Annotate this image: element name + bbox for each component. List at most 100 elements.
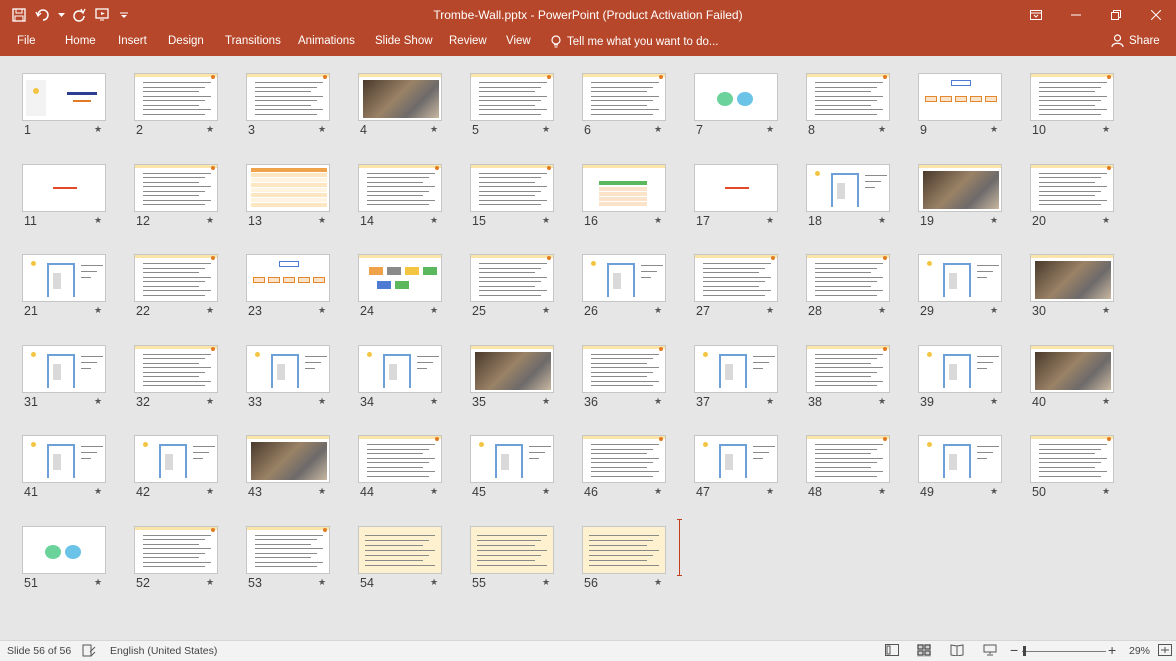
slide-thumbnail[interactable]: 36 ★: [582, 344, 668, 409]
slide-thumbnail[interactable]: 49 ★: [918, 435, 1004, 499]
slide-thumbnail[interactable]: 51 ★: [22, 525, 108, 590]
tab-slide-show[interactable]: Slide Show: [375, 35, 433, 47]
slide-preview[interactable]: [470, 435, 554, 483]
slide-preview[interactable]: [918, 254, 1002, 302]
slide-preview[interactable]: [358, 525, 442, 574]
slide-thumbnail[interactable]: 35 ★: [470, 344, 556, 409]
slide-thumbnail[interactable]: 1 ★: [22, 73, 108, 137]
slide-thumbnail[interactable]: 37 ★: [694, 344, 780, 409]
slide-thumbnail[interactable]: 53 ★: [246, 525, 332, 590]
slide-thumbnail[interactable]: 46 ★: [582, 435, 668, 499]
slide-thumbnail[interactable]: 30 ★: [1030, 254, 1116, 318]
slide-thumbnail[interactable]: 3 ★: [246, 73, 332, 137]
slide-preview[interactable]: [358, 163, 442, 212]
tell-me-box[interactable]: Tell me what you want to do...: [551, 35, 719, 49]
slide-preview[interactable]: [470, 163, 554, 212]
slide-thumbnail[interactable]: 38 ★: [806, 344, 892, 409]
slide-preview[interactable]: [582, 435, 666, 483]
slide-thumbnail[interactable]: 24 ★: [358, 254, 444, 318]
tab-design[interactable]: Design: [168, 35, 204, 47]
slide-preview[interactable]: [1030, 435, 1114, 483]
tab-review[interactable]: Review: [449, 35, 487, 47]
slide-thumbnail[interactable]: 28 ★: [806, 254, 892, 318]
slide-preview[interactable]: [134, 344, 218, 393]
slide-thumbnail[interactable]: 17 ★: [694, 163, 780, 228]
slide-thumbnail[interactable]: 34 ★: [358, 344, 444, 409]
slide-preview[interactable]: [694, 344, 778, 393]
zoom-level[interactable]: 29%: [1129, 645, 1150, 657]
restore-icon[interactable]: [1096, 0, 1136, 30]
slide-preview[interactable]: [22, 73, 106, 121]
slide-thumbnail[interactable]: 41 ★: [22, 435, 108, 499]
slide-thumbnail[interactable]: 26 ★: [582, 254, 668, 318]
slide-preview[interactable]: [1030, 73, 1114, 121]
tab-home[interactable]: Home: [65, 35, 96, 47]
slide-preview[interactable]: [134, 525, 218, 574]
tab-transitions[interactable]: Transitions: [225, 35, 281, 47]
slide-preview[interactable]: [22, 525, 106, 574]
zoom-slider-thumb[interactable]: [1023, 646, 1026, 656]
slide-preview[interactable]: [806, 163, 890, 212]
slide-preview[interactable]: [22, 254, 106, 302]
slide-thumbnail[interactable]: 33 ★: [246, 344, 332, 409]
slide-thumbnail[interactable]: 25 ★: [470, 254, 556, 318]
slide-counter[interactable]: Slide 56 of 56: [7, 645, 71, 657]
slide-preview[interactable]: [246, 163, 330, 212]
slide-preview[interactable]: [582, 254, 666, 302]
slide-preview[interactable]: [806, 344, 890, 393]
close-icon[interactable]: [1136, 0, 1176, 30]
slide-thumbnail[interactable]: 5 ★: [470, 73, 556, 137]
fit-to-window-icon[interactable]: [1158, 644, 1172, 657]
tab-view[interactable]: View: [506, 35, 531, 47]
slide-thumbnail[interactable]: 32 ★: [134, 344, 220, 409]
slide-thumbnail[interactable]: 18 ★: [806, 163, 892, 228]
slide-preview[interactable]: [246, 435, 330, 483]
slide-preview[interactable]: [582, 525, 666, 574]
slide-thumbnail[interactable]: 13 ★: [246, 163, 332, 228]
slide-thumbnail[interactable]: 43 ★: [246, 435, 332, 499]
tab-animations[interactable]: Animations: [298, 35, 355, 47]
slide-preview[interactable]: [134, 254, 218, 302]
slide-preview[interactable]: [358, 344, 442, 393]
slide-preview[interactable]: [694, 254, 778, 302]
slide-preview[interactable]: [470, 254, 554, 302]
slide-thumbnail[interactable]: 54 ★: [358, 525, 444, 590]
slide-thumbnail[interactable]: 9 ★: [918, 73, 1004, 137]
slide-thumbnail[interactable]: 50 ★: [1030, 435, 1116, 499]
slide-thumbnail[interactable]: 19 ★: [918, 163, 1004, 228]
slide-thumbnail[interactable]: 11 ★: [22, 163, 108, 228]
slide-thumbnail[interactable]: 55 ★: [470, 525, 556, 590]
spelling-check-icon[interactable]: [82, 644, 96, 657]
slide-thumbnail[interactable]: 6 ★: [582, 73, 668, 137]
slide-preview[interactable]: [134, 435, 218, 483]
slide-thumbnail[interactable]: 56 ★: [582, 525, 668, 590]
slide-preview[interactable]: [358, 435, 442, 483]
slide-preview[interactable]: [694, 435, 778, 483]
slide-preview[interactable]: [246, 525, 330, 574]
slide-preview[interactable]: [918, 163, 1002, 212]
share-button[interactable]: Share: [1111, 34, 1160, 47]
reading-view-icon[interactable]: [950, 644, 964, 657]
slide-preview[interactable]: [470, 73, 554, 121]
slide-thumbnail[interactable]: 23 ★: [246, 254, 332, 318]
slide-preview[interactable]: [918, 435, 1002, 483]
slide-thumbnail[interactable]: 52 ★: [134, 525, 220, 590]
slide-preview[interactable]: [134, 163, 218, 212]
slide-preview[interactable]: [22, 163, 106, 212]
slide-preview[interactable]: [582, 163, 666, 212]
slide-show-view-icon[interactable]: [983, 644, 997, 657]
slide-preview[interactable]: [806, 254, 890, 302]
slide-preview[interactable]: [134, 73, 218, 121]
slide-thumbnail[interactable]: 12 ★: [134, 163, 220, 228]
slide-thumbnail[interactable]: 22 ★: [134, 254, 220, 318]
slide-thumbnail[interactable]: 31 ★: [22, 344, 108, 409]
normal-view-icon[interactable]: [885, 644, 899, 657]
slide-preview[interactable]: [582, 73, 666, 121]
slide-preview[interactable]: [470, 344, 554, 393]
zoom-in-button[interactable]: +: [1108, 642, 1116, 658]
slide-thumbnail[interactable]: 2 ★: [134, 73, 220, 137]
slide-preview[interactable]: [246, 254, 330, 302]
slide-thumbnail[interactable]: 47 ★: [694, 435, 780, 499]
tab-insert[interactable]: Insert: [118, 35, 147, 47]
slide-thumbnail[interactable]: 29 ★: [918, 254, 1004, 318]
